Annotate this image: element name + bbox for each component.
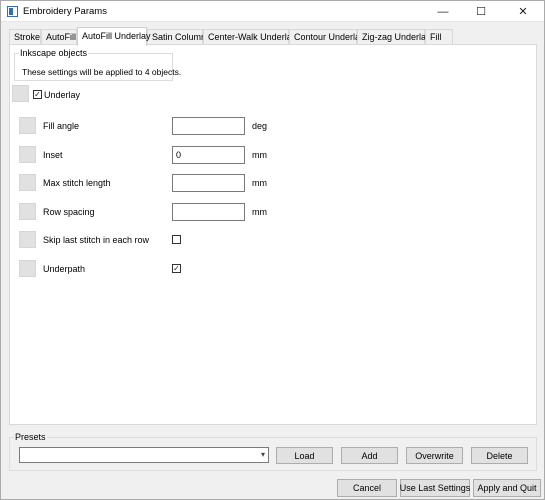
- row-spacing-input[interactable]: [172, 203, 245, 221]
- presets-group: Presets ▾ Load Add Overwrite Delete: [9, 432, 537, 471]
- overwrite-button[interactable]: Overwrite: [406, 447, 463, 464]
- minimize-button[interactable]: —: [425, 1, 461, 22]
- tab-fill[interactable]: Fill: [425, 29, 453, 45]
- fill-angle-label: Fill angle: [43, 121, 80, 131]
- inset-toggle[interactable]: [19, 146, 36, 163]
- tab-satin-column[interactable]: Satin Column: [147, 29, 206, 45]
- skip-last-stitch-checkbox[interactable]: [172, 235, 181, 244]
- tab-contour-underlay[interactable]: Contour Underlay: [289, 29, 365, 45]
- max-stitch-length-input[interactable]: [172, 174, 245, 192]
- tab-autofill[interactable]: AutoFill: [41, 29, 77, 45]
- add-button[interactable]: Add: [341, 447, 398, 464]
- presets-dropdown[interactable]: ▾: [19, 447, 269, 463]
- inkscape-objects-title: Inkscape objects: [19, 48, 89, 58]
- underpath-label: Underpath: [43, 264, 86, 274]
- autofill-underlay-panel: Inkscape objects These settings will be …: [9, 44, 537, 425]
- inset-label: Inset: [43, 150, 63, 160]
- app-icon: [7, 6, 18, 17]
- skip-last-stitch-label: Skip last stitch in each row: [43, 235, 150, 245]
- fill-angle-unit: deg: [252, 121, 268, 131]
- inset-unit: mm: [252, 150, 267, 160]
- fill-angle-input[interactable]: [172, 117, 245, 135]
- objects-count-message: These settings will be applied to 4 obje…: [22, 67, 182, 77]
- row-spacing-unit: mm: [252, 207, 267, 217]
- delete-button[interactable]: Delete: [471, 447, 528, 464]
- row-spacing-toggle[interactable]: [19, 203, 36, 220]
- max-stitch-length-toggle[interactable]: [19, 174, 36, 191]
- underpath-checkbox[interactable]: ✓: [172, 264, 181, 273]
- cancel-button[interactable]: Cancel: [337, 479, 397, 497]
- tab-center-walk-underlay[interactable]: Center-Walk Underlay: [203, 29, 296, 45]
- load-button[interactable]: Load: [276, 447, 333, 464]
- max-stitch-length-unit: mm: [252, 178, 267, 188]
- inkscape-objects-group: Inkscape objects These settings will be …: [14, 48, 181, 81]
- presets-title: Presets: [14, 432, 47, 442]
- close-button[interactable]: ✕: [505, 1, 541, 22]
- tab-zigzag-underlay[interactable]: Zig-zag Underlay: [357, 29, 431, 45]
- row-spacing-label: Row spacing: [43, 207, 95, 217]
- tab-autofill-underlay[interactable]: AutoFill Underlay: [77, 27, 151, 46]
- inset-input[interactable]: [172, 146, 245, 164]
- skip-last-stitch-toggle[interactable]: [19, 231, 36, 248]
- chevron-down-icon: ▾: [260, 450, 265, 459]
- tab-stroke[interactable]: Stroke: [9, 29, 41, 45]
- maximize-button[interactable]: ☐: [463, 1, 499, 22]
- underlay-preset-toggle[interactable]: [12, 85, 29, 102]
- underlay-checkbox[interactable]: ✓: [33, 90, 42, 99]
- title-bar: Embroidery Params — ☐ ✕: [1, 1, 544, 22]
- underlay-label: Underlay: [44, 90, 81, 100]
- fill-angle-toggle[interactable]: [19, 117, 36, 134]
- window-title: Embroidery Params: [23, 6, 107, 17]
- max-stitch-length-label: Max stitch length: [43, 178, 111, 188]
- embroidery-params-window: Embroidery Params — ☐ ✕ Stroke AutoFill …: [0, 0, 545, 500]
- apply-and-quit-button[interactable]: Apply and Quit: [473, 479, 541, 497]
- use-last-settings-button[interactable]: Use Last Settings: [400, 479, 470, 497]
- underpath-toggle[interactable]: [19, 260, 36, 277]
